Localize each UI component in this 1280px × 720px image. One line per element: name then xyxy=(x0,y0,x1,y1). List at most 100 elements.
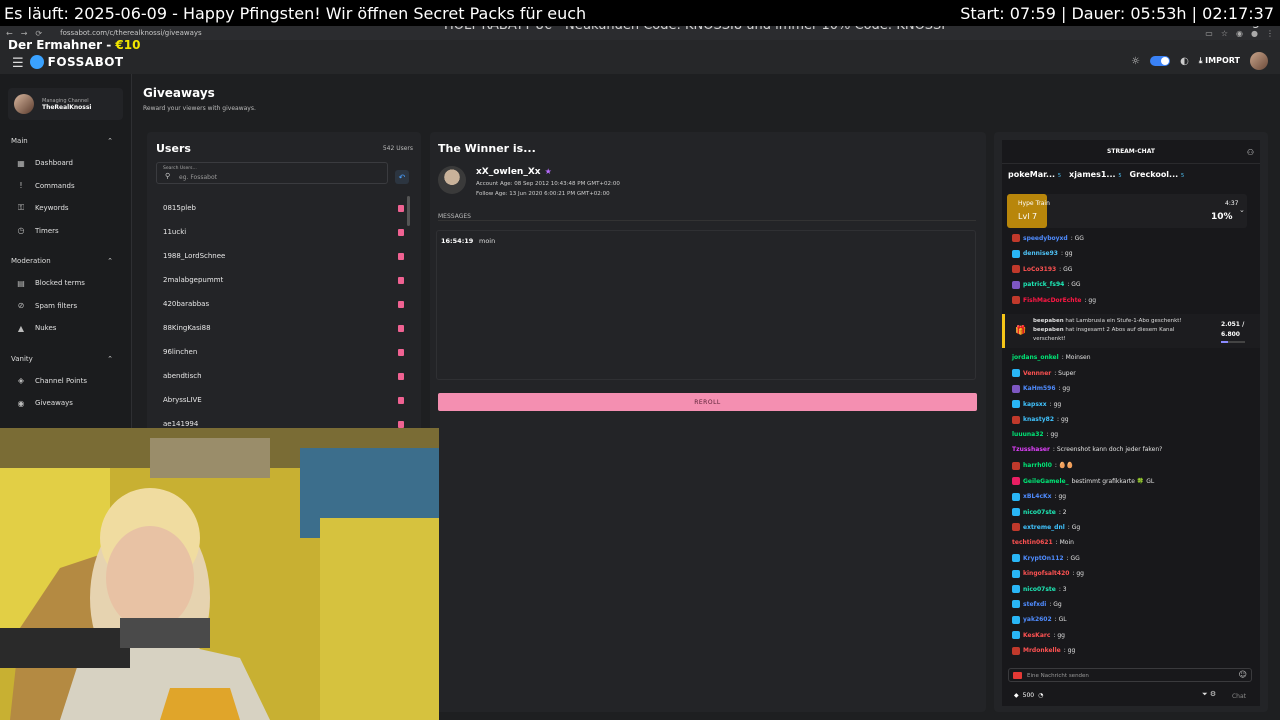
search-input[interactable] xyxy=(179,173,379,182)
chat-username[interactable]: Mrdonkelle xyxy=(1023,647,1061,654)
user-name: 11ucki xyxy=(163,228,187,236)
menu-dots-icon[interactable]: ⋮ xyxy=(1266,29,1274,38)
chat-username[interactable]: stefxdi xyxy=(1023,601,1046,608)
list-item[interactable]: abendtisch xyxy=(156,364,406,388)
list-item[interactable]: 1988_LordSchnee xyxy=(156,244,406,268)
list-item[interactable]: 2malabgepummt xyxy=(156,268,406,292)
hype-train-level: Lvl 7 xyxy=(1018,212,1038,221)
chat-message: nico07ste: 3 xyxy=(1012,585,1067,593)
reroll-button[interactable]: REROLL xyxy=(438,393,977,411)
nav-section-main[interactable]: Main ⌃ xyxy=(0,130,131,152)
list-item[interactable]: 420barabbas xyxy=(156,292,406,316)
channel-points[interactable]: ◆ 500 ◔ xyxy=(1014,692,1043,699)
chat-username[interactable]: nico07ste xyxy=(1023,586,1056,593)
chat-input[interactable] xyxy=(1027,671,1227,680)
chat-username[interactable]: FishMacDorEchte xyxy=(1023,297,1082,304)
fossabot-logo[interactable]: FOSSABOT xyxy=(29,55,124,69)
chat-username[interactable]: KryptOn112 xyxy=(1023,555,1064,562)
import-button[interactable]: ⤓ IMPORT xyxy=(1199,56,1240,66)
gifter-item[interactable]: Greckool... 5 xyxy=(1130,170,1185,179)
user-list-scrollbar[interactable] xyxy=(407,196,410,226)
trash-icon[interactable] xyxy=(398,252,404,260)
trash-icon[interactable] xyxy=(398,204,404,212)
chat-text: : gg xyxy=(1053,631,1065,639)
chat-username[interactable]: Vennner xyxy=(1023,370,1051,377)
channel-selector[interactable]: Managing Channel TheRealKnossi xyxy=(8,88,123,120)
chat-username[interactable]: KesKarc xyxy=(1023,632,1050,639)
back-icon[interactable]: ← xyxy=(6,29,13,38)
list-item[interactable]: 88KingKasi88 xyxy=(156,316,406,340)
gifter-item[interactable]: xjames1... 5 xyxy=(1069,170,1122,179)
trash-icon[interactable] xyxy=(398,420,404,428)
chat-username[interactable]: jordans_onkel xyxy=(1012,354,1059,361)
reload-icon[interactable]: ⟳ xyxy=(35,29,42,38)
chevron-down-icon[interactable]: ⌄ xyxy=(1239,206,1245,214)
chat-username[interactable]: nico07ste xyxy=(1023,509,1056,516)
gear-icon[interactable]: ⚙ xyxy=(1210,690,1216,698)
chat-send-button[interactable]: Chat xyxy=(1227,690,1251,702)
gifter-count: 5 xyxy=(1180,172,1185,179)
trash-icon[interactable] xyxy=(398,372,404,380)
user-name: ae141994 xyxy=(163,420,199,428)
chat-username[interactable]: dennise93 xyxy=(1023,250,1058,257)
trash-icon[interactable] xyxy=(398,396,404,404)
nav-section-moderation[interactable]: Moderation ⌃ xyxy=(0,250,131,272)
sidebar-item-keywords[interactable]: ⚿ Keywords xyxy=(0,197,131,220)
list-item[interactable]: 11ucki xyxy=(156,220,406,244)
gifter-item[interactable]: pokeMar... 5 xyxy=(1008,170,1061,179)
sidebar-item-nukes[interactable]: ▲ Nukes xyxy=(0,317,131,340)
sidebar-item-commands[interactable]: ! Commands xyxy=(0,175,131,198)
camera-icon xyxy=(1013,672,1022,679)
chat-message: Tzusshaser: Screenshot kann doch jeder f… xyxy=(1012,446,1162,453)
chat-username[interactable]: luuuna32 xyxy=(1012,431,1044,438)
chat-username[interactable]: patrick_fs94 xyxy=(1023,281,1064,288)
chat-username[interactable]: knasty82 xyxy=(1023,416,1054,423)
chat-username[interactable]: kapsxx xyxy=(1023,401,1047,408)
chat-username[interactable]: techtin0621 xyxy=(1012,539,1053,546)
sidebar-item-label: Dashboard xyxy=(35,159,73,168)
filter-icon[interactable]: ⏷ xyxy=(1202,690,1208,698)
nav-section-vanity[interactable]: Vanity ⌃ xyxy=(0,348,131,370)
extension-icon[interactable]: ◉ xyxy=(1236,29,1243,38)
sidebar-item-blocked-terms[interactable]: ▤ Blocked terms xyxy=(0,272,131,295)
trash-icon[interactable] xyxy=(398,300,404,308)
hype-train-banner[interactable]: Hype Train Lvl 7 4:37 10% ⌄ xyxy=(1007,194,1247,228)
chat-text: : GG xyxy=(1066,554,1080,562)
list-item[interactable]: 0815pleb xyxy=(156,196,406,220)
chat-username[interactable]: speedyboyxd xyxy=(1023,235,1068,242)
chat-username[interactable]: GeileGamele_ xyxy=(1023,478,1069,485)
sidebar-item-channel-points[interactable]: ◈ Channel Points xyxy=(0,370,131,393)
chat-message: KesKarc: gg xyxy=(1012,631,1065,640)
sidebar-item-spam-filters[interactable]: ⊘ Spam filters xyxy=(0,295,131,318)
sidebar-item-timers[interactable]: ◷ Timers xyxy=(0,220,131,243)
sidebar-item-label: Giveaways xyxy=(35,399,73,408)
chat-username[interactable]: xBL4cKx xyxy=(1023,493,1052,500)
reset-button[interactable]: ↶ xyxy=(395,170,409,184)
trash-icon[interactable] xyxy=(398,276,404,284)
list-item[interactable]: 96linchen xyxy=(156,340,406,364)
chat-username[interactable]: Tzusshaser xyxy=(1012,446,1050,453)
list-item[interactable]: AbryssLIVE xyxy=(156,388,406,412)
chat-username[interactable]: yak2602 xyxy=(1023,616,1052,623)
hamburger-menu-icon[interactable]: ☰ xyxy=(12,56,24,71)
trash-icon[interactable] xyxy=(398,348,404,356)
forward-icon[interactable]: → xyxy=(21,29,28,38)
user-avatar[interactable] xyxy=(1250,52,1268,70)
sidebar-item-dashboard[interactable]: ▦ Dashboard xyxy=(0,152,131,175)
trash-icon[interactable] xyxy=(398,228,404,236)
theme-toggle[interactable] xyxy=(1150,56,1171,66)
chat-username[interactable]: LoCo3193 xyxy=(1023,266,1056,273)
chat-username[interactable]: extreme_dnl xyxy=(1023,524,1065,531)
chat-username[interactable]: KaHm596 xyxy=(1023,385,1056,392)
profile-icon[interactable]: ● xyxy=(1251,29,1258,38)
bookmark-star-icon[interactable]: ☆ xyxy=(1221,29,1228,38)
emote-icon[interactable]: ☺ xyxy=(1239,670,1247,679)
url-bar[interactable]: fossabot.com/c/therealknossi/giveaways xyxy=(60,29,202,37)
chat-text: : GG xyxy=(1059,265,1073,273)
chat-username[interactable]: harrh0l0 xyxy=(1023,462,1052,469)
sidebar-item-giveaways[interactable]: ◉ Giveaways xyxy=(0,392,131,415)
trash-icon[interactable] xyxy=(398,324,404,332)
people-icon[interactable]: ⚇ xyxy=(1247,148,1254,157)
chat-username[interactable]: kingofsalt420 xyxy=(1023,570,1069,577)
cast-icon[interactable]: ▭ xyxy=(1205,29,1213,38)
